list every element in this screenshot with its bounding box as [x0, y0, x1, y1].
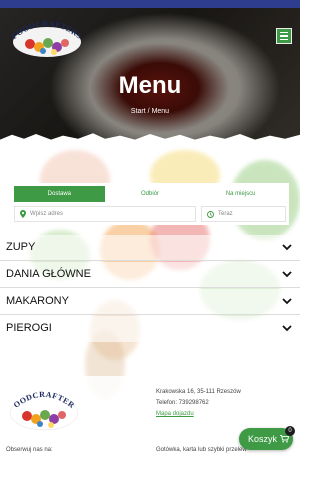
category-main-dishes[interactable]: DANIA GŁÓWNE [0, 262, 300, 288]
cart-label: Koszyk [248, 434, 278, 444]
page-title: Menu [118, 72, 182, 99]
tab-dine-in[interactable]: Na miejscu [195, 186, 287, 202]
category-soups[interactable]: ZUPY [0, 235, 300, 261]
location-pin-icon [20, 210, 26, 218]
category-label: ZUPY [6, 241, 36, 253]
category-pasta[interactable]: MAKARONY [0, 289, 300, 315]
footer-phone: Telefon: 739298762 [156, 400, 209, 406]
breadcrumb: Start / Menu [0, 108, 300, 115]
category-pierogi[interactable]: PIEROGI [0, 316, 300, 342]
address-input-placeholder: Wpisz adres [30, 211, 64, 217]
order-type-tabs: Dostawa Odbiór Na miejscu [14, 186, 287, 202]
clock-icon [207, 210, 214, 218]
address-field[interactable]: Wpisz adres [14, 206, 196, 222]
top-bar [0, 0, 300, 8]
footer-logo-image: FOODCRAFTERS [3, 383, 79, 431]
category-label: DANIA GŁÓWNE [6, 268, 91, 280]
hamburger-icon [280, 31, 288, 34]
chevron-down-icon [282, 244, 292, 251]
breadcrumb-separator: / [147, 108, 150, 115]
category-label: MAKARONY [6, 295, 69, 307]
payment-methods: Gotówka, karta lub szybki przelew [156, 447, 247, 453]
cart-icon [280, 435, 290, 443]
breadcrumb-current: Menu [151, 108, 170, 115]
logo-image: FOODCRAFTERS [10, 19, 84, 57]
time-select[interactable]: Teraz [201, 206, 286, 222]
hamburger-menu-button[interactable] [276, 28, 292, 44]
breadcrumb-start-link[interactable]: Start [131, 108, 146, 115]
chevron-down-icon [282, 271, 292, 278]
tab-pickup[interactable]: Odbiór [104, 186, 196, 202]
map-link[interactable]: Mapa dojazdu [156, 411, 194, 417]
footer-logo[interactable]: FOODCRAFTERS [3, 383, 82, 432]
chevron-down-icon [282, 325, 292, 332]
footer-address: Krakowska 16, 35-111 Rzeszów [156, 389, 241, 395]
cart-count-badge: 0 [285, 426, 295, 436]
category-label: PIEROGI [6, 322, 52, 334]
logo[interactable]: FOODCRAFTERS [8, 19, 86, 60]
tab-delivery[interactable]: Dostawa [14, 186, 105, 202]
chevron-down-icon [282, 298, 292, 305]
time-value: Teraz [218, 211, 233, 217]
order-options-panel: Dostawa Odbiór Na miejscu Wpisz adres Te… [11, 183, 289, 225]
follow-us-label: Obserwuj nas na: [6, 447, 53, 453]
